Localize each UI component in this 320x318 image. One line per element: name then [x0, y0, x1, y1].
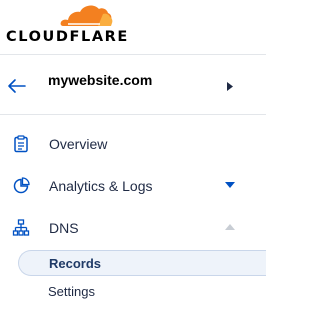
- site-divider: [0, 114, 266, 115]
- subnav-label-settings: Settings: [48, 284, 95, 299]
- sitemap-icon: [12, 219, 30, 236]
- nav-label-analytics-logs: Analytics & Logs: [49, 178, 153, 194]
- nav-label-overview: Overview: [49, 136, 108, 152]
- caret-down-icon[interactable]: [225, 182, 235, 189]
- subnav-item-settings[interactable]: Settings: [18, 279, 266, 305]
- subnav-label-records: Records: [49, 256, 102, 271]
- cloudflare-logo[interactable]: CLOUDFLARE: [0, 0, 266, 54]
- site-selector[interactable]: mywebsite.com: [0, 62, 266, 112]
- clipboard-icon: [14, 135, 28, 153]
- pie-chart-icon: [13, 177, 30, 194]
- header-divider: [0, 54, 266, 55]
- cloudflare-wordmark: CLOUDFLARE: [6, 29, 129, 45]
- caret-right-icon[interactable]: [227, 82, 233, 91]
- nav-item-overview[interactable]: Overview: [0, 127, 266, 161]
- caret-up-icon[interactable]: [225, 224, 235, 231]
- cloudflare-cloud-icon: [60, 5, 113, 27]
- nav-item-dns[interactable]: DNS: [0, 211, 266, 245]
- nav-label-dns: DNS: [49, 220, 79, 236]
- site-name[interactable]: mywebsite.com: [48, 72, 152, 88]
- nav-item-analytics-logs[interactable]: Analytics & Logs: [0, 169, 266, 203]
- subnav-item-records[interactable]: Records: [18, 250, 266, 276]
- arrow-left-icon[interactable]: [7, 78, 27, 94]
